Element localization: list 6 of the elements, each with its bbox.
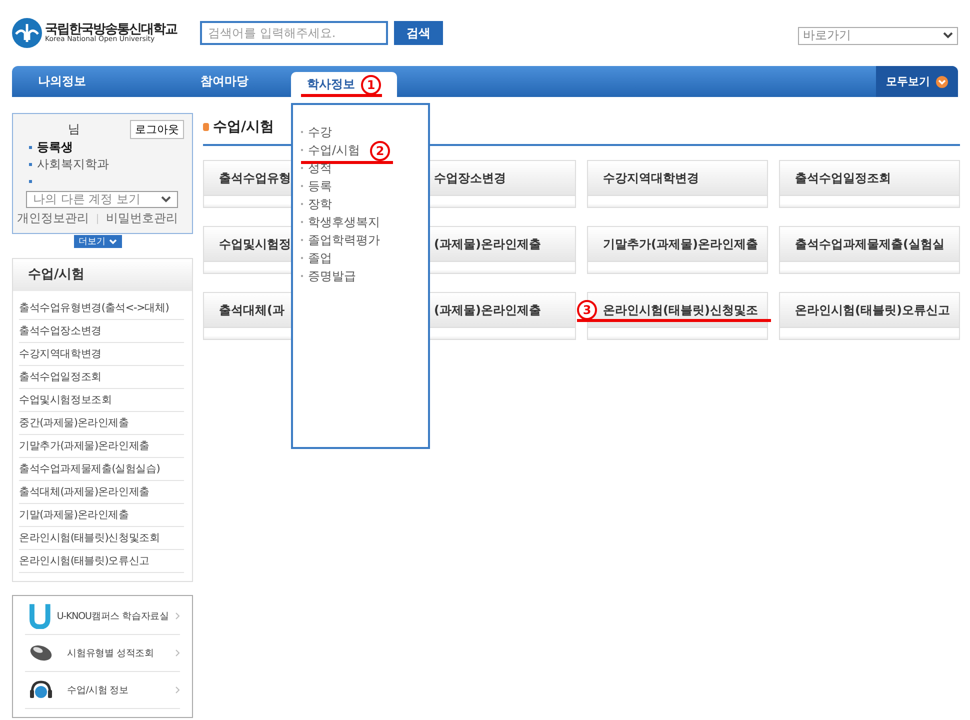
user-info: 사회복지학과 bbox=[37, 156, 109, 173]
page-title: 수업/시험 bbox=[213, 118, 274, 136]
user-name: 님 bbox=[68, 121, 80, 138]
university-name: 국립한국방송통신대학교 bbox=[45, 23, 177, 36]
user-info: 등록생 bbox=[37, 139, 73, 156]
annotation-number: 2 bbox=[370, 141, 390, 161]
